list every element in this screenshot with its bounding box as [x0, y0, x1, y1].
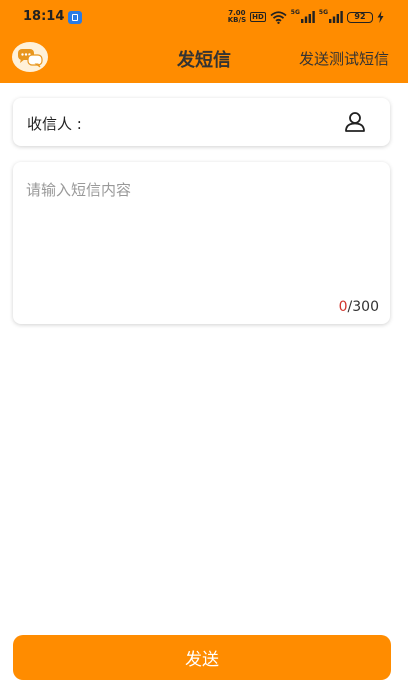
send-button[interactable]: 发送 [13, 635, 391, 680]
charging-bolt-icon [377, 11, 384, 23]
char-counter: 0/300 [339, 299, 379, 315]
status-bar: 18:14 7.00 KB/S HD 5G 5G 92 [0, 0, 408, 34]
send-test-sms-link[interactable]: 发送测试短信 [299, 48, 389, 69]
char-count-limit: 300 [352, 299, 379, 315]
signal-type-label: 5G [290, 9, 300, 16]
navigation-bar: 发短信 发送测试短信 [0, 36, 408, 80]
signal-strength-icon [300, 11, 315, 23]
wifi-icon [270, 10, 287, 24]
message-card: 0/300 [13, 162, 390, 324]
recipient-label: 收信人 : [27, 115, 82, 133]
signal-type-label-2: 5G [318, 9, 328, 16]
status-time: 18:14 [23, 9, 65, 24]
battery-indicator: 92 [347, 11, 373, 23]
app-header: 18:14 7.00 KB/S HD 5G 5G 92 发短信 发送测试短信 [0, 0, 408, 83]
status-indicators: 7.00 KB/S HD 5G 5G 92 [228, 9, 384, 25]
notification-app-icon [68, 11, 82, 24]
network-speed: 7.00 KB/S [228, 10, 246, 24]
message-input[interactable] [26, 179, 378, 289]
recipient-input[interactable] [105, 106, 339, 140]
recipient-card: 收信人 : [13, 98, 390, 146]
contact-person-icon[interactable] [344, 111, 366, 133]
char-count-current: 0 [338, 299, 348, 315]
signal-strength-icon-2 [329, 11, 343, 23]
hd-badge: HD [250, 12, 266, 22]
network-speed-unit: KB/S [227, 16, 247, 24]
